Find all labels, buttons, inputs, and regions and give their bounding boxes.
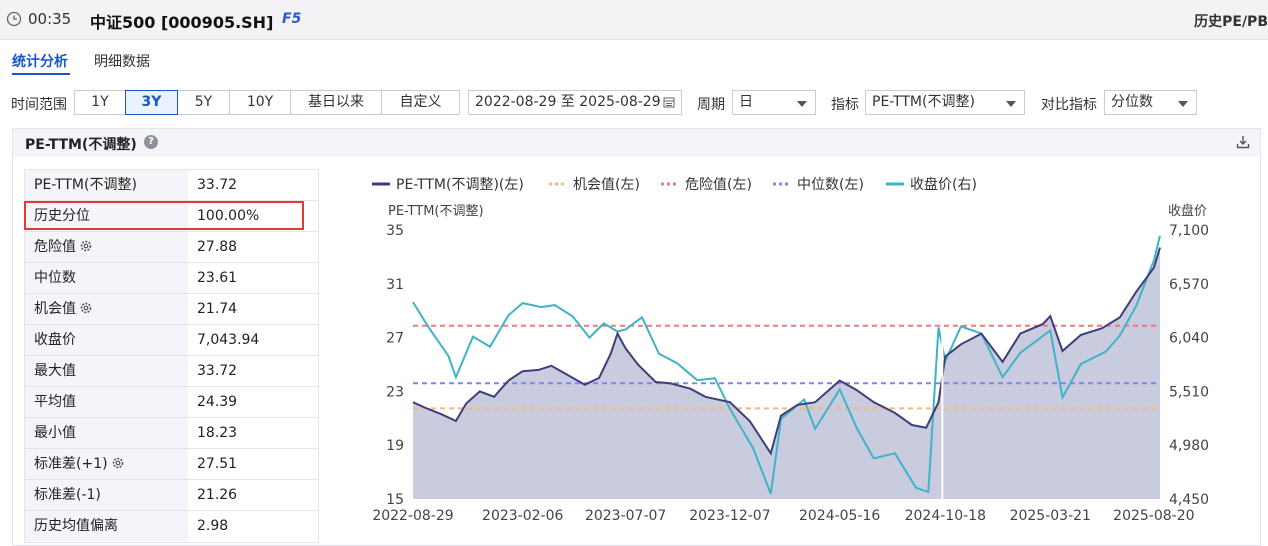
compare-label: 对比指标 [1041,97,1097,113]
stats-label-text: 中位数 [34,270,76,286]
tab-statistics[interactable]: 统计分析 [12,51,68,71]
compare-select[interactable]: 分位数 [1104,90,1197,115]
time-display: 00:35 [28,10,72,28]
gear-icon[interactable] [79,239,93,253]
compare-value: 分位数 [1111,94,1153,110]
stats-label-text: 标准差(-1) [34,487,101,503]
index-title: 中证500 [000905.SH] [90,13,274,32]
period-select[interactable]: 日 [732,90,816,115]
page-title: 历史PE/PB [1194,14,1268,30]
chevron-down-icon [1178,101,1188,107]
stats-label-text: 历史均值偏离 [34,518,118,534]
period-label: 周期 [697,97,725,113]
stats-row: PE-TTM(不调整) 33.72 [25,170,318,201]
stats-row: 中位数 23.61 [25,263,318,294]
range-3y-button[interactable]: 3Y [125,90,178,115]
period-value: 日 [739,94,753,110]
stats-value: 21.74 [197,301,238,317]
stats-value: 33.72 [197,363,238,379]
range-5y-button[interactable]: 5Y [177,90,230,115]
tab-bar: 统计分析 明细数据 [0,40,1268,76]
tab-details[interactable]: 明细数据 [94,51,150,71]
stats-label: 标准差(+1) [25,449,188,479]
stats-label: 中位数 [25,263,188,293]
date-range-picker[interactable]: 2022-08-29 至 2025-08-29 [468,90,682,115]
stats-value: 7,043.94 [197,332,260,348]
indicator-select[interactable]: PE-TTM(不调整) [865,90,1025,115]
indicator-value: PE-TTM(不调整) [872,94,975,110]
stats-label-text: 最大值 [34,363,76,379]
date-range-text: 2022-08-29 至 2025-08-29 [475,94,661,110]
stats-value: 23.61 [197,270,238,286]
stats-row: 标准差(+1) 27.51 [25,449,318,480]
range-1y-button[interactable]: 1Y [74,90,126,115]
stats-label: 历史均值偏离 [25,511,188,541]
stats-row: 最小值 18.23 [25,418,318,449]
download-icon[interactable] [1236,135,1250,149]
stats-label-text: 最小值 [34,425,76,441]
stats-value: 33.72 [197,177,238,193]
range-label: 时间范围 [11,97,67,113]
help-icon[interactable]: ? [144,135,158,149]
chevron-down-icon [797,101,807,107]
stats-value: 27.88 [197,239,238,255]
stats-value: 21.26 [197,487,238,503]
panel-title: PE-TTM(不调整) [25,137,137,153]
stats-row: 最大值 33.72 [25,356,318,387]
range-10y-button[interactable]: 10Y [229,90,291,115]
range-since-base-button[interactable]: 基日以来 [290,90,382,115]
stats-label: 危险值 [25,232,188,262]
stats-label-text: 收盘价 [34,332,76,348]
stats-label-text: 平均值 [34,394,76,410]
stats-row: 平均值 24.39 [25,387,318,418]
stats-label: 最小值 [25,418,188,448]
stats-label-text: 标准差(+1) [34,456,108,472]
chevron-down-icon [1006,101,1016,107]
panel-header: PE-TTM(不调整) ? [13,129,1260,157]
calendar-icon [663,97,675,108]
stats-row: 收盘价 7,043.94 [25,325,318,356]
range-custom-button[interactable]: 自定义 [381,90,460,115]
indicator-label: 指标 [831,97,859,113]
stats-row: 标准差(-1) 21.26 [25,480,318,511]
stats-label-text: 机会值 [34,301,76,317]
highlight-box [24,201,304,230]
stats-value: 2.98 [197,518,229,534]
stats-label: 机会值 [25,294,188,324]
stats-row: 历史均值偏离 2.98 [25,511,318,542]
stats-row: 危险值 27.88 [25,232,318,263]
stats-label: PE-TTM(不调整) [25,170,188,200]
stats-label: 平均值 [25,387,188,417]
clock-icon [6,11,22,27]
stats-label: 标准差(-1) [25,480,188,510]
stats-value: 27.51 [197,456,238,472]
stats-label: 最大值 [25,356,188,386]
f5-button[interactable]: F5 [282,11,301,27]
gear-icon[interactable] [111,456,125,470]
stats-row: 机会值 21.74 [25,294,318,325]
stats-label-text: 危险值 [34,239,76,255]
filter-bar: 时间范围 1Y 3Y 5Y 10Y 基日以来 自定义 2022-08-29 至 … [0,86,1268,118]
active-tab-indicator [12,73,70,75]
stats-label-text: PE-TTM(不调整) [34,177,137,193]
gear-icon[interactable] [79,301,93,315]
stats-label: 收盘价 [25,325,188,355]
stats-value: 18.23 [197,425,238,441]
top-bar: 00:35 中证500 [000905.SH] F5 历史PE/PB [0,0,1268,40]
stats-value: 24.39 [197,394,238,410]
